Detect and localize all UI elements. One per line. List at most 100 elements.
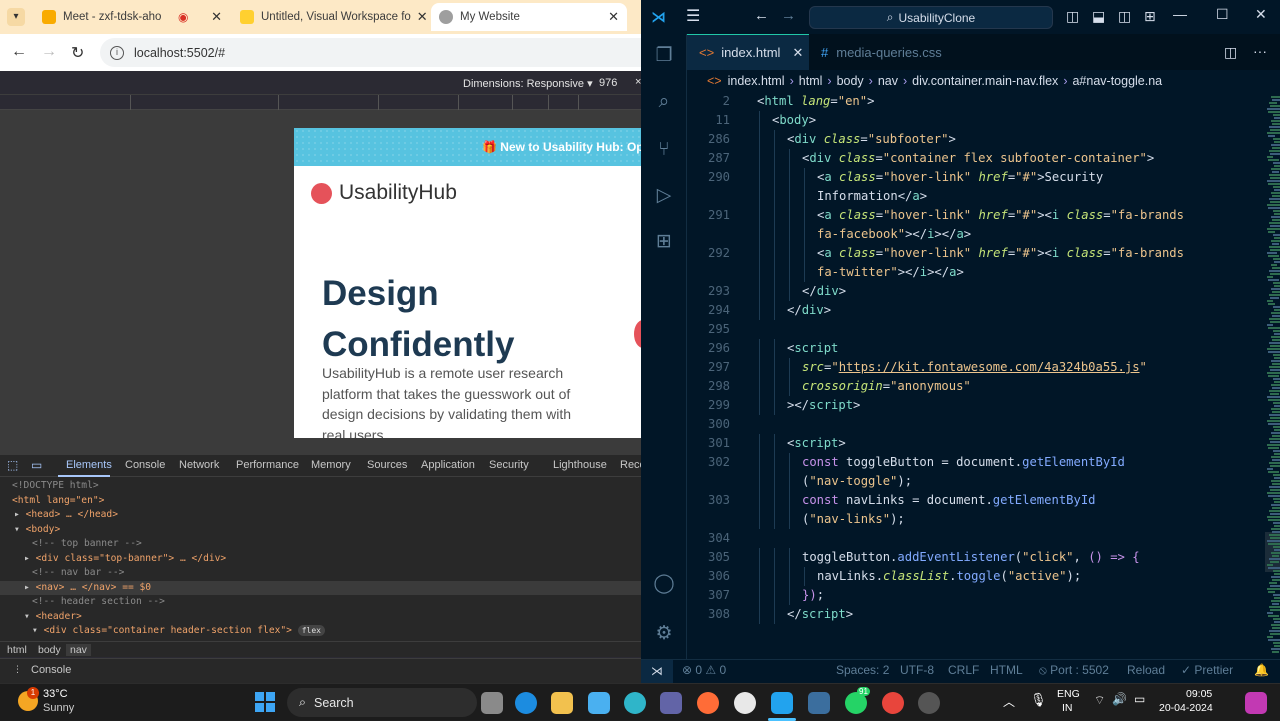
crumb-div[interactable]: div.container.main-nav.flex	[912, 74, 1058, 88]
code-line[interactable]: 307});	[687, 586, 1280, 605]
copilot-icon[interactable]	[1245, 692, 1267, 714]
postman-icon[interactable]	[697, 692, 719, 714]
dom-node[interactable]: <!-- header section -->	[0, 595, 641, 610]
run-debug-icon[interactable]: ▷	[652, 184, 676, 208]
devtools-tab-network[interactable]: Network	[179, 459, 219, 471]
source-control-icon[interactable]: ⑂	[652, 138, 676, 162]
close-window-icon[interactable]: ✕	[1255, 6, 1267, 23]
crumb-file[interactable]: index.html	[728, 74, 785, 88]
weather-temp[interactable]: 33°C	[43, 688, 68, 700]
devtools-tab-elements[interactable]: Elements	[66, 459, 112, 471]
extensions-icon[interactable]: ⊞	[652, 230, 676, 254]
address-bar[interactable]: i localhost:5502/#	[100, 38, 641, 67]
code-line[interactable]: 286 <div class="subfooter">	[687, 130, 1280, 149]
top-banner[interactable]: 🎁 New to Usability Hub: Op	[294, 128, 641, 166]
file-explorer-icon[interactable]	[551, 692, 573, 714]
remote-indicator-icon[interactable]: ⋊	[641, 660, 673, 683]
clock-time[interactable]: 09:05	[1186, 688, 1212, 700]
code-line[interactable]: 11 <body>	[687, 111, 1280, 130]
show-hidden-icons-icon[interactable]: ︿	[1003, 693, 1015, 710]
minimap[interactable]	[1265, 92, 1280, 659]
crumb-body[interactable]: body	[837, 74, 864, 88]
dom-node[interactable]: ▾ <div class="container header-section f…	[0, 624, 641, 639]
dom-node[interactable]: <!DOCTYPE html>	[0, 479, 641, 494]
vscode-icon[interactable]	[771, 692, 793, 714]
media-query-ruler[interactable]	[0, 95, 641, 110]
tab-search-button[interactable]: ▾	[7, 8, 25, 26]
dom-node[interactable]: <html lang="en">	[0, 494, 641, 509]
code-line[interactable]: 299 ></script>	[687, 396, 1280, 415]
weather-desc[interactable]: Sunny	[43, 702, 74, 714]
devtools-tab-sources[interactable]: Sources	[367, 459, 407, 471]
crumb-anchor[interactable]: a#nav-toggle.na	[1072, 74, 1162, 88]
code-line[interactable]: 306 navLinks.classList.toggle("active");	[687, 567, 1280, 586]
code-line[interactable]: 290 <a class="hover-link" href="#">Securi…	[687, 168, 1280, 187]
eol-status[interactable]: CRLF	[948, 663, 979, 677]
code-line[interactable]: 297 src="https://kit.fontawesome.com/4a32…	[687, 358, 1280, 377]
tab-miro[interactable]: Untitled, Visual Workspace fo ✕	[232, 3, 428, 31]
console-drawer-tab[interactable]: Console	[31, 664, 71, 676]
flex-badge[interactable]: flex	[297, 625, 325, 636]
code-line[interactable]: 296 <script	[687, 339, 1280, 358]
dom-node[interactable]: ▾ <body>	[0, 523, 641, 538]
forward-icon[interactable]: →	[41, 43, 57, 61]
code-line[interactable]: 308 </script>	[687, 605, 1280, 624]
code-line[interactable]: fa-twitter"></i></a>	[687, 263, 1280, 282]
teams-icon[interactable]	[660, 692, 682, 714]
nav-back-icon[interactable]: ←	[754, 7, 769, 24]
code-line[interactable]: Information</a>	[687, 187, 1280, 206]
dom-node-selected[interactable]: ▸ <nav> … </nav> == $0	[0, 580, 641, 595]
chrome-icon[interactable]	[882, 692, 904, 714]
crumb-body[interactable]: body	[38, 644, 61, 656]
tab-index-html[interactable]: <> index.html ✕	[687, 34, 809, 70]
code-line[interactable]: 302 const toggleButton = document.getElem…	[687, 453, 1280, 472]
code-line[interactable]: 303 const navLinks = document.getElementB…	[687, 491, 1280, 510]
customize-layout-icon[interactable]: ⊞	[1144, 8, 1156, 25]
problems-status[interactable]: ⊗ 0 ⚠ 0	[682, 663, 726, 677]
dimensions-select[interactable]: Dimensions: Responsive ▾	[463, 77, 593, 90]
code-editor[interactable]: 2 <html lang="en"> 11 <body> 286 <div class="…	[687, 92, 1280, 659]
reload-icon[interactable]: ↻	[71, 43, 84, 63]
edge-icon[interactable]	[515, 692, 537, 714]
code-line[interactable]: 304	[687, 529, 1280, 548]
manage-gear-icon[interactable]: ⚙	[652, 622, 676, 646]
tab-my-website[interactable]: My Website ✕	[431, 3, 627, 31]
tab-close-icon[interactable]: ✕	[205, 9, 222, 25]
code-line[interactable]: 295	[687, 320, 1280, 339]
devtools-tab-console[interactable]: Console	[125, 459, 165, 471]
tab-close-icon[interactable]: ✕	[602, 9, 619, 25]
wifi-icon[interactable]: ⌔	[1094, 693, 1105, 708]
live-server-port[interactable]: ⦸ Port : 5502	[1039, 663, 1109, 678]
devtools-tab-lighthouse[interactable]: Lighthouse	[553, 459, 607, 471]
code-line[interactable]: 294 </div>	[687, 301, 1280, 320]
explorer-icon[interactable]: ❐	[652, 44, 676, 68]
crumb-html[interactable]: html	[799, 74, 823, 88]
devtools-tab-recorder[interactable]: Reco	[620, 459, 641, 471]
crumb-nav[interactable]: nav	[66, 644, 91, 656]
language-code[interactable]: ENG	[1057, 688, 1080, 700]
volume-icon[interactable]: 🔊	[1112, 692, 1127, 706]
notifications-icon[interactable]: 🔔	[1254, 663, 1269, 677]
code-line[interactable]: 301 <script>	[687, 434, 1280, 453]
code-line[interactable]: ("nav-links");	[687, 510, 1280, 529]
clock-date[interactable]: 20-04-2024	[1159, 702, 1213, 714]
minimize-icon[interactable]: —	[1173, 6, 1187, 22]
device-toggle-icon[interactable]: ▭	[31, 458, 42, 472]
start-icon[interactable]	[255, 692, 275, 712]
app-icon[interactable]	[918, 692, 940, 714]
code-line[interactable]: 298 crossorigin="anonymous"	[687, 377, 1280, 396]
code-line[interactable]: 2 <html lang="en">	[687, 92, 1280, 111]
dom-node[interactable]: <!-- top banner -->	[0, 537, 641, 552]
indentation-status[interactable]: Spaces: 2	[836, 663, 889, 677]
code-line[interactable]: 287 <div class="container flex subfooter-…	[687, 149, 1280, 168]
microphone-icon[interactable]: 🎙	[1030, 692, 1047, 708]
site-info-icon[interactable]: i	[110, 45, 124, 60]
code-line[interactable]: 305 toggleButton.addEventListener("click"…	[687, 548, 1280, 567]
dom-node[interactable]: <!-- nav bar -->	[0, 566, 641, 581]
reload-status[interactable]: Reload	[1127, 663, 1165, 677]
crumb-html[interactable]: html	[7, 644, 27, 656]
devtools-tab-memory[interactable]: Memory	[311, 459, 351, 471]
devtools-tab-performance[interactable]: Performance	[236, 459, 299, 471]
devtools-tab-security[interactable]: Security	[489, 459, 529, 471]
nav-forward-icon[interactable]: →	[781, 7, 796, 24]
